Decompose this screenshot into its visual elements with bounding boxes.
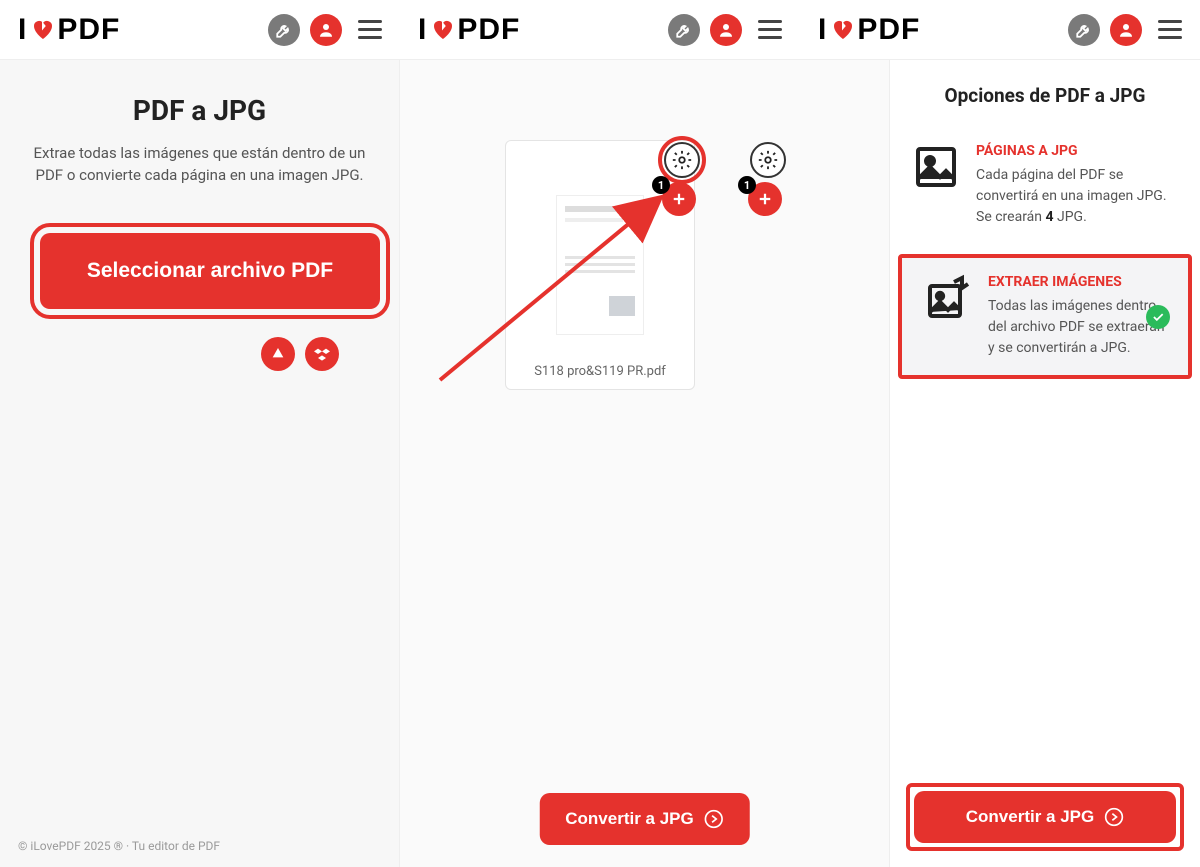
account-icon[interactable] <box>710 14 742 46</box>
logo-text-pdf: PDF <box>57 13 120 47</box>
option-title: EXTRAER IMÁGENES <box>988 274 1166 290</box>
header-row: I PDF I PDF <box>0 0 1200 60</box>
highlight-ring: Seleccionar archivo PDF <box>30 223 390 319</box>
option-desc: Todas las imágenes dentro del archivo PD… <box>988 296 1166 359</box>
tools-icon[interactable] <box>268 14 300 46</box>
pdf-thumbnail <box>556 195 644 335</box>
file-count-badge: 1 <box>652 176 670 194</box>
gear-icon[interactable] <box>664 142 700 178</box>
file-name: S118 pro&S119 PR.pdf <box>534 364 666 379</box>
select-file-button[interactable]: Seleccionar archivo PDF <box>40 233 380 309</box>
logo[interactable]: I PDF <box>418 13 520 47</box>
file-count-badge: 1 <box>738 176 756 194</box>
option-title: PÁGINAS A JPG <box>976 143 1178 159</box>
option-pages-to-jpg[interactable]: PÁGINAS A JPG Cada página del PDF se con… <box>890 127 1200 244</box>
dropbox-icon[interactable] <box>305 337 339 371</box>
menu-icon[interactable] <box>1158 20 1182 39</box>
highlight-box: Convertir a JPG <box>906 783 1184 851</box>
page-subtitle: Extrae todas las imágenes que están dent… <box>30 143 369 187</box>
account-icon[interactable] <box>1110 14 1142 46</box>
arrow-right-icon <box>704 809 724 829</box>
panel-preview: S118 pro&S119 PR.pdf 1 1 Convertir a JPG <box>400 60 890 867</box>
option-extract-images[interactable]: EXTRAER IMÁGENES Todas las imágenes dent… <box>902 258 1188 375</box>
heart-icon <box>830 18 856 40</box>
menu-icon[interactable] <box>358 20 382 39</box>
heart-icon <box>430 18 456 40</box>
footer-text: © iLovePDF 2025 ® · Tu editor de PDF <box>18 839 220 853</box>
tools-icon[interactable] <box>1068 14 1100 46</box>
logo[interactable]: I PDF <box>18 13 120 47</box>
option-desc: Cada página del PDF se convertirá en una… <box>976 165 1178 228</box>
account-icon[interactable] <box>310 14 342 46</box>
gear-icon[interactable] <box>750 142 786 178</box>
app-header: I PDF <box>800 0 1200 59</box>
convert-button-label: Convertir a JPG <box>966 807 1095 827</box>
arrow-right-icon <box>1104 807 1124 827</box>
panel-options: Opciones de PDF a JPG PÁGINAS A JPG Cada… <box>890 60 1200 867</box>
menu-icon[interactable] <box>758 20 782 39</box>
tools-icon[interactable] <box>668 14 700 46</box>
app-header: I PDF <box>0 0 400 59</box>
logo[interactable]: I PDF <box>818 13 920 47</box>
logo-letter-i: I <box>18 13 29 47</box>
image-icon <box>912 143 960 191</box>
app-header: I PDF <box>400 0 800 59</box>
highlight-box: EXTRAER IMÁGENES Todas las imágenes dent… <box>898 254 1192 379</box>
convert-button-label: Convertir a JPG <box>565 809 694 829</box>
google-drive-icon[interactable] <box>261 337 295 371</box>
check-icon <box>1146 305 1170 329</box>
convert-button[interactable]: Convertir a JPG <box>539 793 750 845</box>
extract-image-icon <box>924 274 972 322</box>
header-actions <box>268 14 382 46</box>
options-title: Opciones de PDF a JPG <box>890 60 1200 127</box>
panel-intro: PDF a JPG Extrae todas las imágenes que … <box>0 60 400 867</box>
convert-button[interactable]: Convertir a JPG <box>914 791 1176 843</box>
page-title: PDF a JPG <box>30 94 369 127</box>
heart-icon <box>30 18 56 40</box>
